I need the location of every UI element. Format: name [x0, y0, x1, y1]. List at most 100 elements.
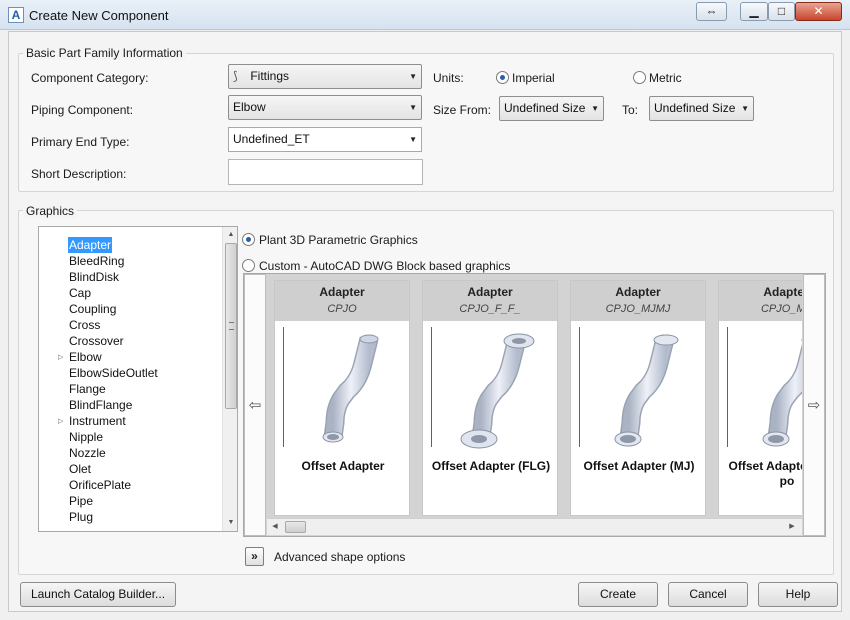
piping-component-select[interactable]: Elbow ▼ — [228, 95, 422, 120]
scroll-up-icon[interactable]: ▲ — [223, 227, 237, 243]
shape-card-name: Offset Adapter MJ at po — [728, 459, 802, 488]
primary-end-type-value: Undefined_ET — [233, 132, 310, 146]
minimize-button[interactable]: ▁ — [740, 2, 768, 21]
shape-card[interactable]: Adapter CPJO Offset Adapter — [274, 280, 410, 516]
maximize-icon: □ — [777, 4, 786, 18]
gallery-next-button[interactable]: ⇨ — [803, 274, 825, 536]
tree-item[interactable]: Crossover — [68, 333, 125, 349]
tree-item[interactable]: BlindDisk — [68, 269, 120, 285]
units-label: Units: — [433, 71, 464, 85]
piping-component-label: Piping Component: — [31, 103, 134, 117]
double-arrow-icon: ⇔ — [705, 4, 718, 18]
tree-item[interactable]: Coupling — [68, 301, 117, 317]
units-imperial-radio[interactable] — [496, 71, 509, 84]
custom-graphics-label: Custom - AutoCAD DWG Block based graphic… — [259, 259, 511, 273]
tree-item[interactable]: Instrument — [68, 413, 127, 429]
size-from-select[interactable]: Undefined Size ▼ — [499, 96, 604, 121]
title-bar: A Create New Component ⇔ ▁ □ ✕ — [0, 0, 850, 30]
tree-item[interactable]: Adapter — [68, 237, 113, 253]
window-title: Create New Component — [29, 8, 169, 23]
shape-card-title: Adapter — [763, 285, 802, 299]
component-category-value: Fittings — [250, 69, 290, 83]
swap-arrows-button[interactable]: ⇔ — [696, 2, 727, 21]
close-icon: ✕ — [813, 4, 824, 18]
size-to-select[interactable]: Undefined Size ▼ — [649, 96, 754, 121]
close-button[interactable]: ✕ — [795, 2, 842, 21]
tree-vertical-scrollbar[interactable]: ▲ ▼ — [222, 227, 237, 531]
scroll-right-icon[interactable]: ▶ — [784, 520, 800, 534]
tree-item[interactable]: OrificePlate — [68, 477, 132, 493]
to-label: To: — [622, 103, 639, 117]
shape-card-divider — [283, 327, 284, 447]
parametric-graphics-radio[interactable] — [242, 233, 255, 246]
gallery-horizontal-scrollbar[interactable]: ◀ ▶ — [267, 518, 802, 535]
graphics-legend: Graphics — [23, 204, 78, 218]
shape-card-code: CPJO_MJ — [760, 303, 802, 315]
gallery-scroll-thumb[interactable] — [285, 521, 306, 533]
tree-item[interactable]: Nozzle — [68, 445, 107, 461]
shape-card-divider — [431, 327, 432, 447]
dropdown-arrow-icon: ▼ — [409, 103, 417, 112]
shape-card-code: CPJO_MJMJ — [605, 303, 671, 315]
tree-scroll-thumb[interactable] — [225, 243, 237, 409]
dialog-body: Basic Part Family Information Component … — [8, 31, 842, 612]
launch-catalog-builder-button[interactable]: Launch Catalog Builder... — [20, 582, 176, 607]
gallery-prev-button[interactable]: ⇦ — [244, 274, 266, 536]
tree-item[interactable]: BlindFlange — [68, 397, 133, 413]
shape-gallery: ⇦ Adapter CPJO Offset Adapter Adapter CPJO_F… — [243, 273, 826, 537]
units-metric-label: Metric — [649, 71, 682, 85]
offset-adapter-pipe-icon — [451, 333, 537, 453]
shape-card-title: Adapter — [615, 285, 661, 299]
shape-card-code: CPJO_F_F_ — [459, 303, 521, 315]
cancel-button[interactable]: Cancel — [668, 582, 748, 607]
tree-item[interactable]: Flange — [68, 381, 107, 397]
primary-end-type-label: Primary End Type: — [31, 135, 130, 149]
dropdown-arrow-icon: ▼ — [591, 104, 599, 113]
size-from-value: Undefined Size — [504, 101, 586, 115]
short-description-input[interactable] — [228, 159, 423, 185]
create-button[interactable]: Create — [578, 582, 658, 607]
dropdown-arrow-icon: ▼ — [409, 72, 417, 81]
size-from-label: Size From: — [433, 103, 492, 117]
tree-item[interactable]: Plug — [68, 509, 94, 525]
shape-card[interactable]: Adapter CPJO_F_F_ Offset Adapter (FLG) — [422, 280, 558, 516]
shape-card-header: Adapter CPJO_MJMJ — [571, 281, 705, 321]
tree-item[interactable]: Cross — [68, 317, 101, 333]
component-tree[interactable]: Adapter BleedRing BlindDisk Cap Coupling Cros… — [38, 226, 238, 532]
offset-adapter-pipe-icon — [599, 333, 685, 453]
scroll-left-icon[interactable]: ◀ — [267, 520, 283, 534]
tree-item[interactable]: Elbow — [68, 349, 103, 365]
advanced-options-button[interactable]: » — [245, 547, 264, 566]
advanced-options-label: Advanced shape options — [274, 550, 406, 564]
piping-component-value: Elbow — [233, 100, 266, 114]
help-button[interactable]: Help — [758, 582, 838, 607]
offset-adapter-pipe-icon — [303, 333, 389, 453]
shape-card-name: Offset Adapter (FLG) — [431, 459, 551, 473]
primary-end-type-select[interactable]: Undefined_ET ▼ — [228, 127, 422, 152]
component-category-select[interactable]: ⟆ Fittings ▼ — [228, 64, 422, 89]
maximize-button[interactable]: □ — [768, 2, 795, 21]
expand-arrow-icon[interactable]: ▷ — [58, 417, 63, 425]
tree-item[interactable]: Olet — [68, 461, 92, 477]
expand-arrow-icon[interactable]: ▷ — [58, 353, 63, 361]
tree-item[interactable]: BleedRing — [68, 253, 125, 269]
tree-item[interactable]: Cap — [68, 285, 92, 301]
shape-card[interactable]: Adapter CPJO_MJMJ Offset Adapter (MJ) — [570, 280, 706, 516]
custom-graphics-radio[interactable] — [242, 259, 255, 272]
dropdown-arrow-icon: ▼ — [409, 135, 417, 144]
arrow-left-icon: ⇦ — [248, 397, 262, 414]
tree-item[interactable]: Pipe — [68, 493, 94, 509]
tree-item[interactable]: ElbowSideOutlet — [68, 365, 159, 381]
short-description-label: Short Description: — [31, 167, 127, 181]
tree-item[interactable]: Nipple — [68, 429, 104, 445]
app-logo-icon: A — [8, 7, 24, 23]
shape-card-name: Offset Adapter — [301, 459, 385, 473]
parametric-graphics-label: Plant 3D Parametric Graphics — [259, 233, 418, 247]
units-metric-radio[interactable] — [633, 71, 646, 84]
grip-icon — [229, 322, 234, 330]
shape-card[interactable]: Adapter CPJO_MJ Offset Adapter MJ at po — [718, 280, 802, 516]
units-imperial-label: Imperial — [512, 71, 555, 85]
fitting-icon: ⟆ — [233, 69, 238, 83]
scroll-down-icon[interactable]: ▼ — [223, 515, 237, 531]
offset-adapter-pipe-icon — [747, 333, 802, 453]
